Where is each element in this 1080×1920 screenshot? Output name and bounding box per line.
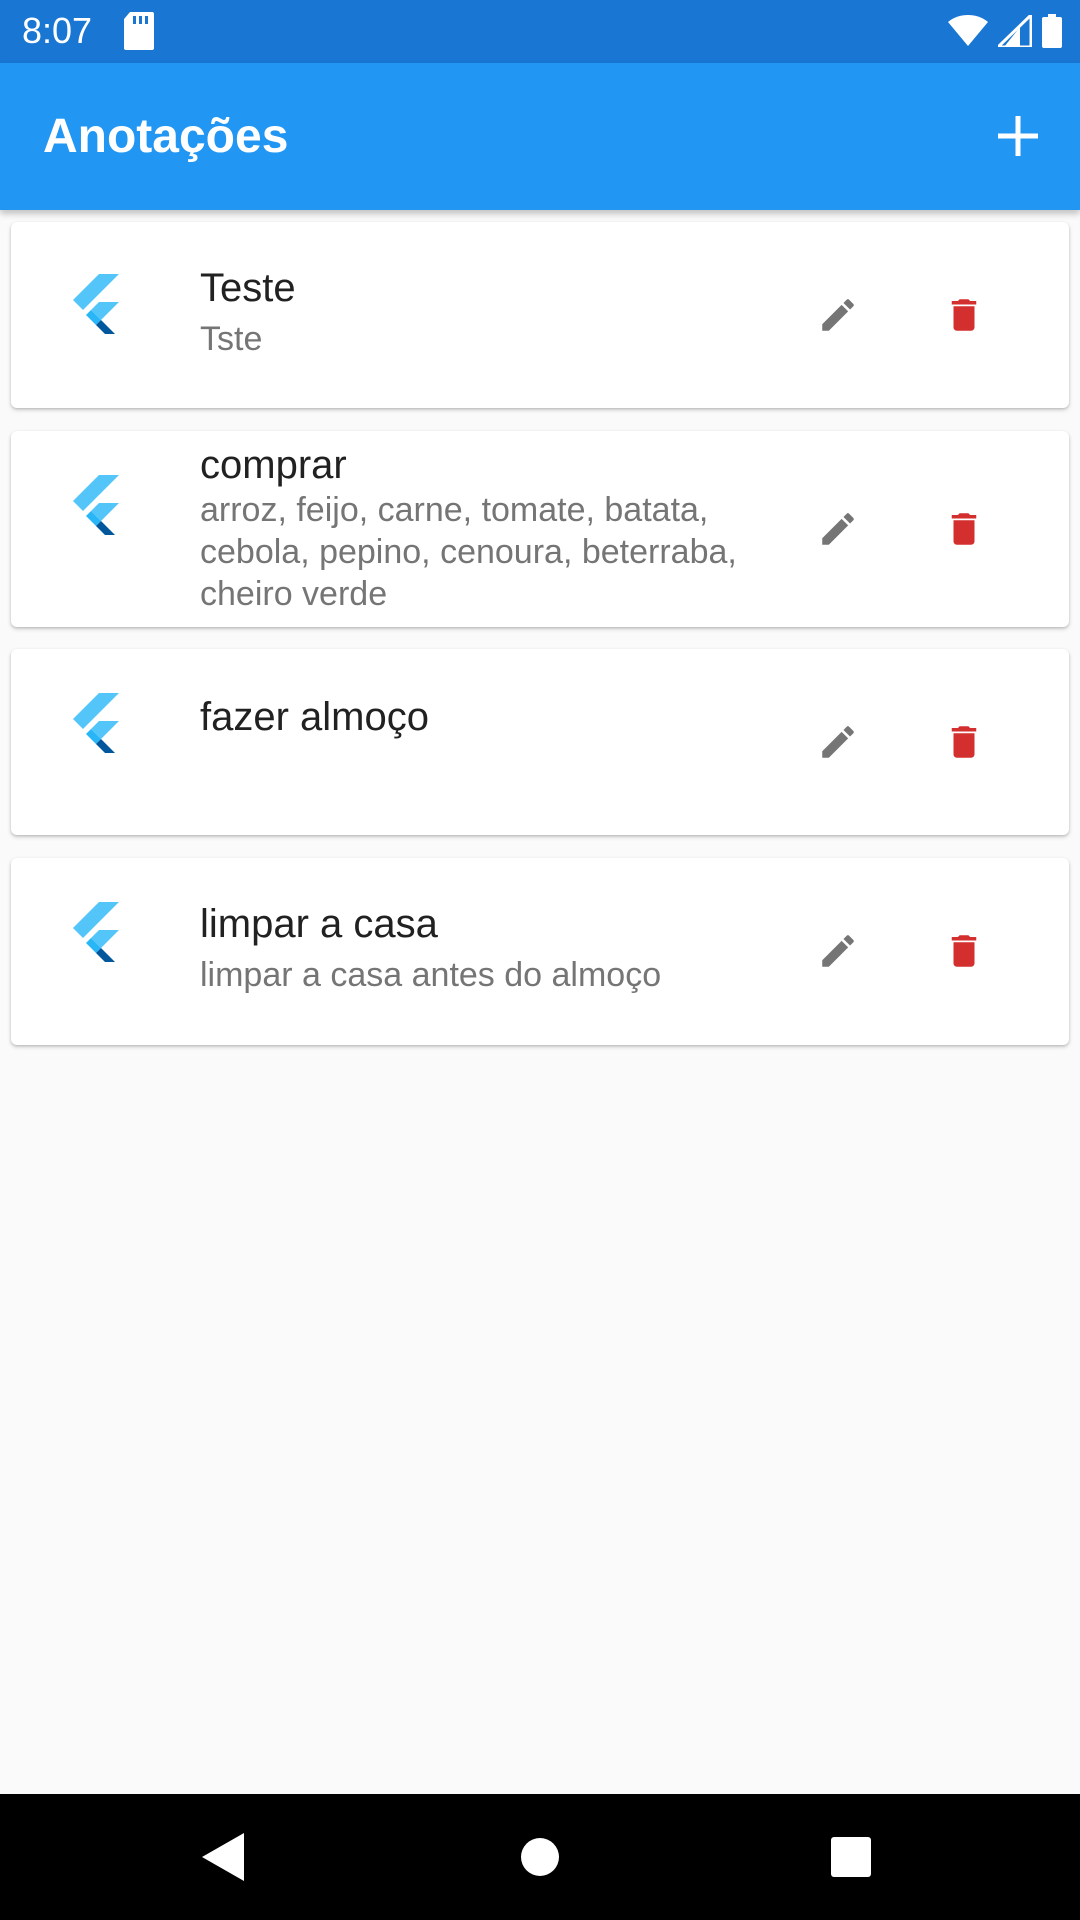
list-item[interactable]: fazer almoço <box>11 649 1069 835</box>
trash-icon <box>951 513 977 545</box>
list-item[interactable]: limpar a casa limpar a casa antes do alm… <box>11 858 1069 1045</box>
pencil-icon <box>822 935 854 967</box>
flutter-logo-icon <box>73 902 119 962</box>
edit-button[interactable] <box>802 915 874 987</box>
edit-button[interactable] <box>802 493 874 565</box>
pencil-icon <box>822 513 854 545</box>
note-title: comprar <box>200 443 347 487</box>
wifi-icon <box>948 15 988 46</box>
flutter-logo-icon <box>73 274 119 334</box>
delete-button[interactable] <box>928 493 1000 565</box>
plus-icon <box>998 116 1038 156</box>
recents-button[interactable] <box>818 1824 884 1890</box>
flutter-logo-icon <box>73 475 119 535</box>
note-title: limpar a casa <box>200 902 438 946</box>
page-title: Anotações <box>43 110 289 163</box>
edit-button[interactable] <box>802 706 874 778</box>
note-title: Teste <box>200 266 296 310</box>
back-icon <box>202 1833 244 1881</box>
note-description: arroz, feijo, carne, tomate, batata, ceb… <box>200 491 737 613</box>
pencil-icon <box>822 299 854 331</box>
home-button[interactable] <box>507 1824 573 1890</box>
recents-icon <box>831 1837 871 1877</box>
list-item[interactable]: Teste Tste <box>11 222 1069 408</box>
app-bar: Anotações <box>0 63 1080 210</box>
edit-button[interactable] <box>802 279 874 351</box>
trash-icon <box>951 299 977 331</box>
trash-icon <box>951 935 977 967</box>
status-bar: 8:07 <box>0 0 1080 63</box>
note-title: fazer almoço <box>200 695 429 739</box>
delete-button[interactable] <box>928 279 1000 351</box>
sd-card-icon <box>124 12 154 50</box>
add-note-button[interactable] <box>978 96 1058 176</box>
signal-icon <box>998 15 1032 47</box>
battery-icon <box>1042 14 1062 48</box>
status-time: 8:07 <box>22 10 93 51</box>
note-description: Tste <box>200 320 263 358</box>
trash-icon <box>951 726 977 758</box>
navigation-bar <box>0 1794 1080 1920</box>
back-button[interactable] <box>192 1824 258 1890</box>
home-icon <box>521 1838 559 1876</box>
list-item[interactable]: comprar arroz, feijo, carne, tomate, bat… <box>11 431 1069 627</box>
flutter-logo-icon <box>73 693 119 753</box>
delete-button[interactable] <box>928 915 1000 987</box>
pencil-icon <box>822 726 854 758</box>
note-description: limpar a casa antes do almoço <box>200 956 662 994</box>
delete-button[interactable] <box>928 706 1000 778</box>
